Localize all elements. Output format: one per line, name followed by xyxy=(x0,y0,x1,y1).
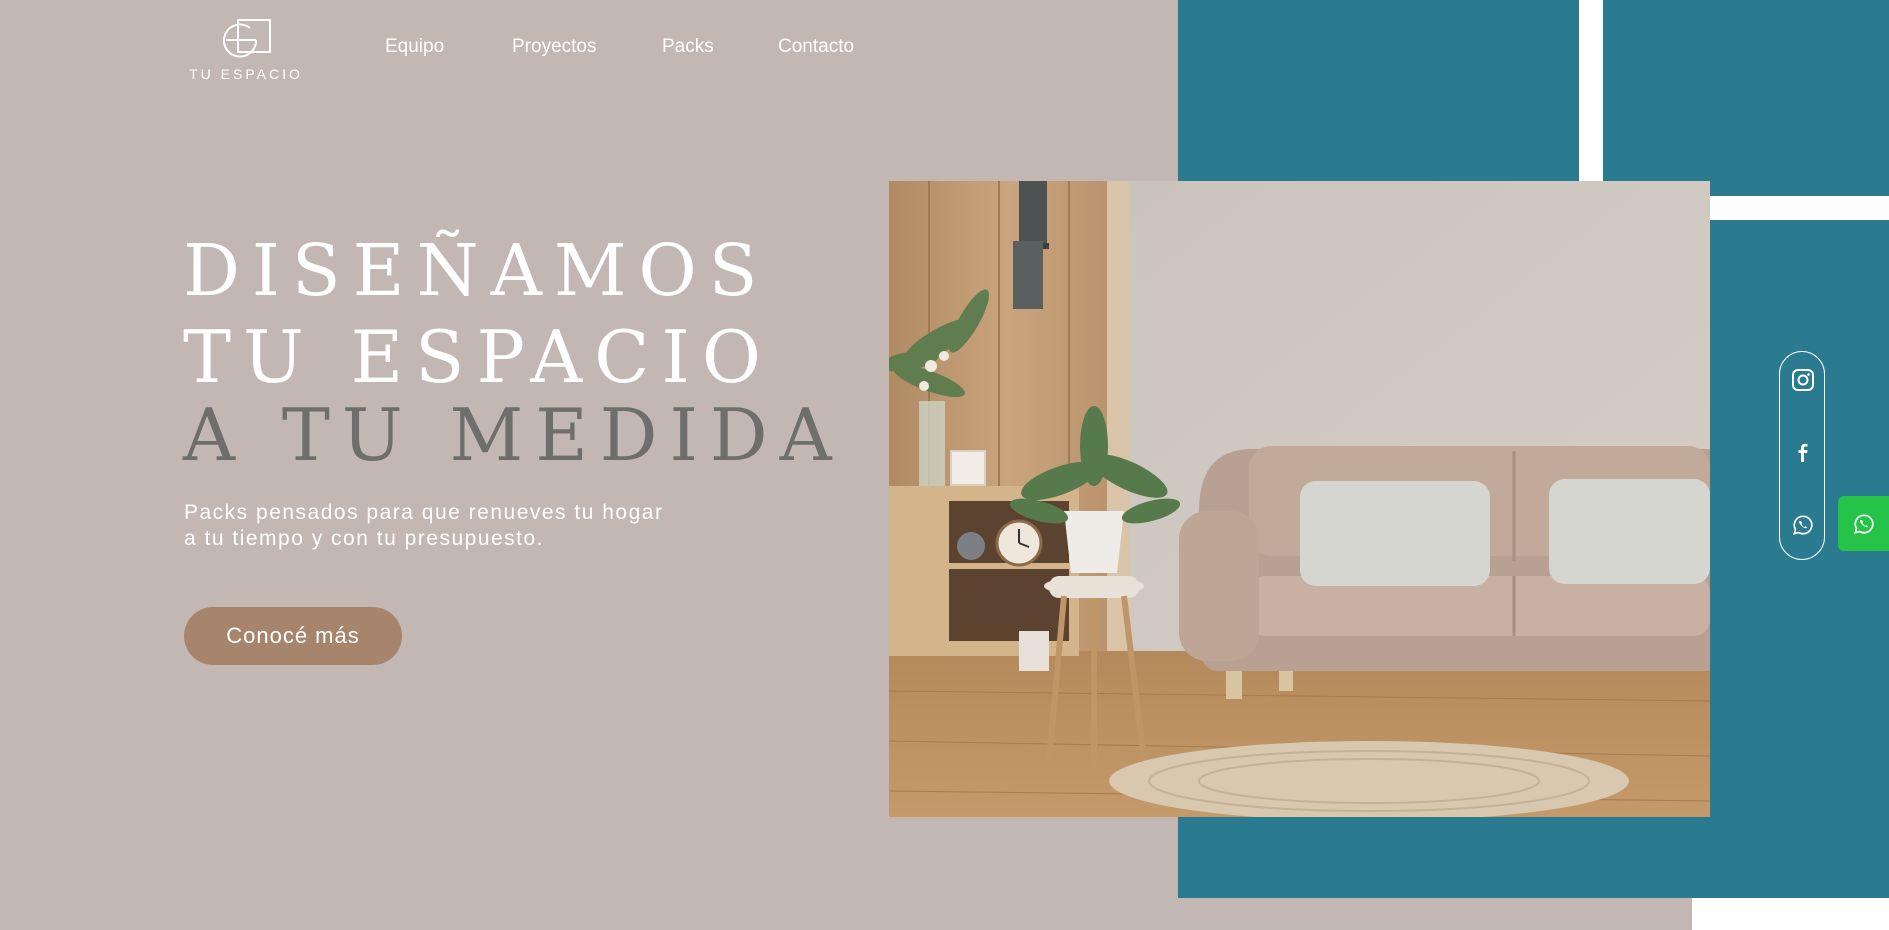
nav-item-equipo[interactable]: Equipo xyxy=(385,36,444,58)
instagram-icon[interactable] xyxy=(1780,368,1826,397)
hero-title-line-2: TU ESPACIO xyxy=(183,315,773,399)
hero-title-line-1: DISEÑAMOS xyxy=(183,229,770,312)
whatsapp-icon xyxy=(1853,513,1874,534)
hero-title-line-3: A TU MEDIDA xyxy=(183,393,844,477)
hero-subtitle-line-2: a tu tiempo y con tu presupuesto. xyxy=(184,527,545,550)
hero-living-room-image xyxy=(889,181,1710,817)
social-links xyxy=(1779,351,1825,560)
hero-title: DISEÑAMOS TU ESPACIO A TU MEDIDA xyxy=(183,228,844,478)
facebook-icon[interactable] xyxy=(1780,442,1826,467)
decorative-white-corner xyxy=(1692,898,1889,930)
cta-button[interactable]: Conocé más xyxy=(184,607,402,665)
whatsapp-icon[interactable] xyxy=(1780,514,1826,541)
nav-item-proyectos[interactable]: Proyectos xyxy=(512,36,596,58)
floating-whatsapp-button[interactable] xyxy=(1838,496,1889,551)
hero-subtitle-line-1: Packs pensados para que renueves tu hoga… xyxy=(184,501,664,524)
nav-item-packs[interactable]: Packs xyxy=(662,36,714,58)
brand-logo[interactable]: TU ESPACIO xyxy=(184,18,308,86)
nav-item-contacto[interactable]: Contacto xyxy=(778,36,854,58)
brand-logo-icon xyxy=(223,19,271,58)
hero-subtitle: Packs pensados para que renueves tu hoga… xyxy=(184,500,744,552)
brand-name: TU ESPACIO xyxy=(189,66,303,82)
